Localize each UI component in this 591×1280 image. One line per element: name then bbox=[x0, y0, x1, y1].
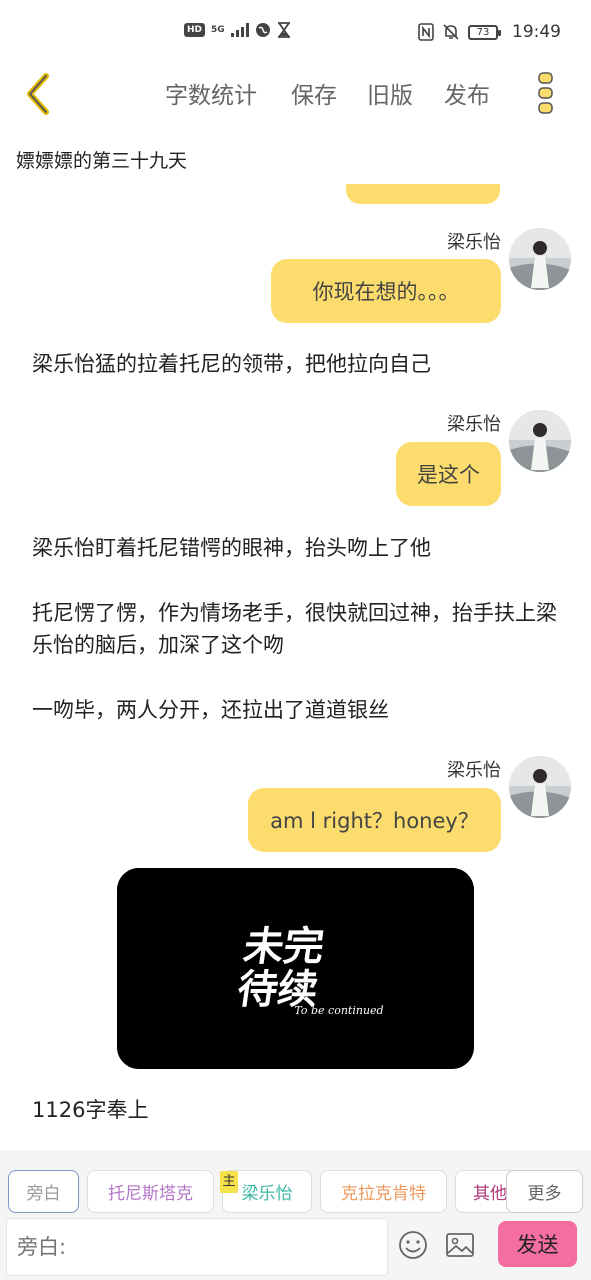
role-chip-label: 托尼斯塔克 bbox=[108, 1184, 193, 1204]
globe-icon bbox=[255, 23, 270, 37]
more-menu-button[interactable] bbox=[536, 68, 556, 116]
mute-bell-icon bbox=[443, 24, 459, 40]
send-label: 发送 bbox=[516, 1233, 559, 1257]
status-right: 73 19:49 bbox=[418, 22, 561, 42]
chat-bubble[interactable]: 你现在想的。。。 bbox=[271, 259, 501, 323]
narration-text[interactable]: 梁乐怡猛的拉着托尼的领带，把他拉向自己 bbox=[32, 348, 431, 380]
to-be-continued-art: 未完 待续 To be continued bbox=[117, 868, 474, 1069]
send-button[interactable]: 发送 bbox=[498, 1221, 577, 1267]
avatar-image bbox=[509, 410, 571, 472]
image-icon bbox=[446, 1233, 474, 1257]
document-title[interactable]: 嫖嫖嫖的第三十九天 bbox=[16, 146, 187, 173]
role-chip-label: 梁乐怡 bbox=[241, 1184, 293, 1204]
signal-icon bbox=[230, 23, 249, 37]
avatar-image bbox=[509, 228, 571, 290]
chevron-left-icon bbox=[27, 73, 49, 115]
message-input[interactable] bbox=[6, 1218, 388, 1276]
chat-bubble[interactable]: 是这个 bbox=[396, 442, 501, 506]
narration-text[interactable]: 梁乐怡盯着托尼错愕的眼神，抬头吻上了他 bbox=[32, 532, 431, 564]
speaker-name: 梁乐怡 bbox=[447, 760, 501, 781]
more-roles-label: 更多 bbox=[527, 1184, 562, 1204]
status-left: HD 5G bbox=[184, 22, 291, 38]
toolbar: 字数统计 保存 旧版 发布 bbox=[0, 64, 591, 120]
emoji-button[interactable] bbox=[396, 1228, 430, 1262]
input-bar: 发送 bbox=[0, 1216, 591, 1280]
main-character-tag: 主 bbox=[220, 1171, 238, 1193]
old-version-button[interactable]: 旧版 bbox=[367, 76, 413, 110]
narration-text[interactable]: 一吻毕，两人分开，还拉出了道道银丝 bbox=[32, 694, 389, 726]
save-button[interactable]: 保存 bbox=[291, 76, 337, 110]
speaker-name: 梁乐怡 bbox=[447, 232, 501, 253]
publish-button[interactable]: 发布 bbox=[444, 76, 490, 110]
tbc-line1: 未完 bbox=[241, 924, 327, 970]
emoji-icon bbox=[399, 1231, 427, 1259]
hourglass-icon bbox=[277, 22, 290, 38]
role-chip-label: 旁白 bbox=[26, 1184, 61, 1204]
role-selector-bar: 旁白 托尼斯塔克 梁乐怡 克拉克肯特 其他 更多 bbox=[0, 1150, 591, 1216]
role-chip-narrator[interactable]: 旁白 bbox=[8, 1170, 79, 1213]
to-be-continued-image[interactable]: 未完 待续 To be continued bbox=[117, 868, 474, 1069]
chat-bubble[interactable]: am l right？honey？ bbox=[248, 788, 501, 852]
avatar[interactable] bbox=[509, 228, 571, 290]
role-chip-label: 克拉克肯特 bbox=[341, 1184, 426, 1204]
battery-icon: 73 bbox=[468, 24, 501, 40]
more-vertical-icon bbox=[538, 72, 553, 114]
back-button[interactable] bbox=[20, 68, 60, 116]
nfc-icon bbox=[418, 23, 434, 41]
word-count-button[interactable]: 字数统计 bbox=[165, 76, 257, 110]
avatar-image bbox=[509, 756, 571, 818]
hd-badge: HD bbox=[184, 23, 206, 37]
tbc-subtitle: To be continued bbox=[294, 1004, 383, 1017]
narration-text[interactable]: 托尼愣了愣，作为情场老手，很快就回过神，抬手扶上梁乐怡的脑后，加深了这个吻 bbox=[32, 597, 562, 661]
image-button[interactable] bbox=[443, 1228, 477, 1262]
network-label: 5G bbox=[211, 24, 225, 35]
narration-text[interactable]: 1126字奉上 bbox=[32, 1094, 148, 1126]
role-chip-tony-stark[interactable]: 托尼斯塔克 bbox=[87, 1170, 214, 1213]
avatar[interactable] bbox=[509, 410, 571, 472]
role-chip-label: 其他 bbox=[473, 1184, 507, 1204]
more-roles-button[interactable]: 更多 bbox=[506, 1170, 583, 1213]
avatar[interactable] bbox=[509, 756, 571, 818]
status-bar: HD 5G 73 19:49 bbox=[0, 0, 591, 64]
clock: 19:49 bbox=[512, 22, 561, 42]
speaker-name: 梁乐怡 bbox=[447, 414, 501, 435]
role-chip-clark-kent[interactable]: 克拉克肯特 bbox=[320, 1170, 447, 1213]
chat-bubble-partial bbox=[346, 184, 500, 204]
